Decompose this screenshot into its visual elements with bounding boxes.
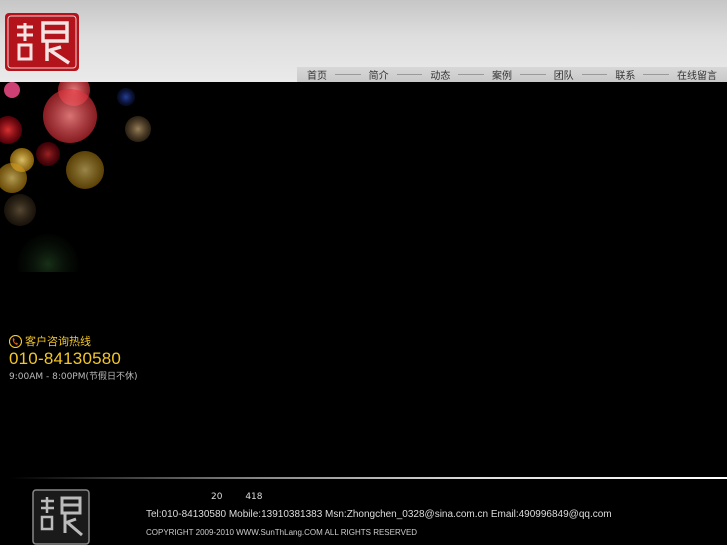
- phone-icon: [9, 334, 22, 348]
- site-header: 首页 简介 动态 案例 团队 联系 在线留言: [0, 0, 727, 82]
- nav-divider: [396, 74, 423, 75]
- nav-guestbook[interactable]: 在线留言: [677, 67, 717, 82]
- nav-divider: [643, 74, 670, 75]
- main-nav: 首页 简介 动态 案例 团队 联系 在线留言: [297, 67, 727, 82]
- footer-id-row: 20 418: [211, 492, 283, 502]
- hotline-number: 010-84130580: [9, 349, 122, 368]
- nav-divider: [335, 74, 361, 75]
- nav-divider: [581, 74, 608, 75]
- hotline-block: 客户咨询热线 010-84130580 9:00AM - 8:00PM(节假日不…: [9, 333, 138, 382]
- bokeh-decoration: [0, 82, 151, 272]
- hotline-label: 客户咨询热线: [25, 335, 91, 348]
- footer-copyright: COPYRIGHT 2009-2010 WWW.SunThLang.COM AL…: [146, 528, 418, 537]
- hotline-hours: 9:00AM - 8:00PM(节假日不休): [9, 372, 138, 382]
- hotline-header: 客户咨询热线: [9, 333, 138, 349]
- footer-contact: Tel:010-84130580 Mobile:13910381383 Msn:…: [146, 509, 612, 520]
- nav-team[interactable]: 团队: [554, 67, 574, 82]
- nav-home[interactable]: 首页: [307, 67, 327, 82]
- footer-id-1: 20: [211, 492, 223, 502]
- nav-cases[interactable]: 案例: [492, 67, 512, 82]
- seal-logo-icon[interactable]: [3, 11, 81, 73]
- nav-news[interactable]: 动态: [430, 67, 450, 82]
- footer-id-2: 418: [245, 492, 263, 502]
- footer-seal-logo-icon: [32, 489, 90, 545]
- nav-about[interactable]: 简介: [369, 67, 389, 82]
- nav-contact[interactable]: 联系: [615, 67, 635, 82]
- nav-divider: [520, 74, 546, 75]
- nav-divider: [458, 74, 485, 75]
- footer-divider: [10, 477, 727, 479]
